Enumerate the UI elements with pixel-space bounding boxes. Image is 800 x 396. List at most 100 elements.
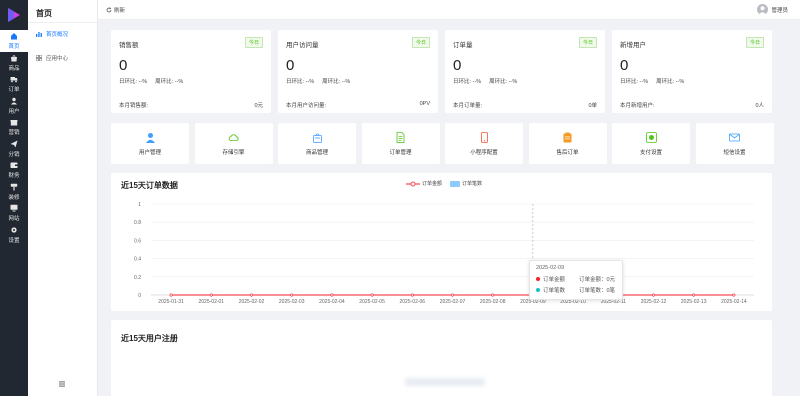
- bar-chart-icon: [36, 31, 42, 37]
- stat-month-label: 本月销售额:: [119, 103, 149, 109]
- gift-icon: [10, 118, 18, 126]
- tile-label: 订单管理: [389, 149, 412, 156]
- stat-month-label: 本月订单量:: [453, 103, 483, 109]
- sidebar-item-7[interactable]: 装修: [0, 181, 28, 203]
- grid-icon: [36, 55, 42, 61]
- x-tick-label: 2025-02-06: [400, 299, 426, 305]
- quick-tile[interactable]: 售后订单: [528, 123, 607, 164]
- collapse-menu-icon[interactable]: [58, 380, 66, 388]
- sidebar-item-4[interactable]: 营销: [0, 116, 28, 138]
- stat-title: 销售额: [119, 42, 139, 49]
- quick-tile[interactable]: 小程序配置: [445, 123, 523, 164]
- stat-ratios: 日环比: --% 周环比: --%: [286, 77, 358, 85]
- y-tick-label: 0.4: [134, 257, 141, 263]
- home-icon: [10, 32, 18, 40]
- tile-label: 商品管理: [305, 149, 328, 156]
- sidebar-item-2[interactable]: 订单: [0, 73, 28, 95]
- week-ratio: 周环比: --%: [489, 79, 518, 85]
- line-point: [410, 293, 414, 297]
- x-tick-label: 2025-02-01: [199, 299, 225, 305]
- week-ratio: 周环比: --%: [155, 79, 184, 85]
- document-icon: [395, 131, 406, 143]
- stat-month-label: 本月用户访问量:: [286, 103, 327, 109]
- tooltip-date: 2025-02-09: [536, 265, 565, 271]
- sub-item-overview[interactable]: 首页概况: [36, 28, 68, 40]
- week-ratio: 周环比: --%: [656, 79, 685, 85]
- sidebar-item-0[interactable]: 首页: [0, 30, 28, 52]
- tooltip-row: 订单笔数 订单笔数：0笔: [536, 286, 616, 294]
- quick-tile[interactable]: 用户管理: [111, 123, 189, 164]
- tile-label: 售后订单: [556, 149, 579, 156]
- bag-icon: [312, 132, 323, 143]
- line-point: [330, 293, 334, 297]
- refresh-button[interactable]: 刷新: [106, 6, 125, 14]
- sub-item-app-center[interactable]: 应用中心: [36, 52, 68, 64]
- user-icon: [145, 132, 156, 143]
- tile-label: 支付设置: [639, 149, 662, 156]
- tooltip-series-name: 订单笔数: [543, 288, 566, 294]
- stat-card: 销售额 今日 0 日环比: --% 周环比: --% 本月销售额: 0元: [111, 30, 271, 113]
- stat-value: 0: [286, 57, 295, 74]
- clipboard-icon: [562, 132, 573, 143]
- y-tick-label: 0.2: [134, 275, 141, 281]
- tile-label: 用户管理: [138, 149, 161, 156]
- sidebar-item-label: 设置: [8, 237, 20, 244]
- x-tick-label: 2025-02-08: [480, 299, 506, 305]
- stat-ratios: 日环比: --% 周环比: --%: [453, 77, 525, 85]
- app-logo[interactable]: [6, 7, 22, 23]
- monitor-icon: [10, 204, 18, 212]
- sub-sidebar-title: 首页: [36, 9, 52, 18]
- quick-tile[interactable]: 商品管理: [278, 123, 356, 164]
- line-point: [370, 293, 374, 297]
- stat-card: 订单量 今日 0 日环比: --% 周环比: --% 本月订单量: 0单: [445, 30, 605, 113]
- x-tick-label: 2025-02-02: [239, 299, 265, 305]
- truck-icon: [10, 75, 18, 83]
- x-tick-label: 2025-02-13: [681, 299, 707, 305]
- line-point: [651, 293, 655, 297]
- divider: [28, 22, 98, 23]
- sidebar-item-3[interactable]: 用户: [0, 95, 28, 117]
- x-tick-label: 2025-02-03: [279, 299, 305, 305]
- y-tick-label: 0: [138, 293, 141, 299]
- bag-icon: [10, 54, 18, 62]
- stat-ratios: 日环比: --% 周环比: --%: [620, 77, 692, 85]
- user-menu[interactable]: 管理员: [757, 4, 788, 15]
- day-ratio: 日环比: --%: [119, 79, 148, 85]
- quick-tile[interactable]: 存储引擎: [194, 123, 273, 164]
- sidebar-item-label: 订单: [8, 87, 20, 93]
- avatar: [757, 4, 769, 15]
- quick-tile[interactable]: 订单管理: [361, 123, 440, 164]
- quick-tile[interactable]: 支付设置: [612, 123, 690, 164]
- tooltip-dot: [536, 288, 540, 292]
- sub-item-label: 首页概况: [46, 32, 69, 38]
- sub-sidebar: 首页 首页概况 应用中心: [28, 0, 98, 396]
- day-ratio: 日环比: --%: [286, 79, 315, 85]
- chart-tooltip: 2025-02-09 订单金额 订单金额：0元 订单笔数 订单笔数：0笔: [529, 260, 623, 300]
- sidebar-item-8[interactable]: 网站: [0, 202, 28, 224]
- sidebar-item-5[interactable]: 分销: [0, 138, 28, 160]
- phone-icon: [479, 131, 490, 143]
- stat-ratios: 日环比: --% 周环比: --%: [119, 77, 191, 85]
- refresh-label: 刷新: [114, 8, 126, 14]
- stat-value: 0: [620, 57, 629, 74]
- sidebar-item-6[interactable]: 财务: [0, 159, 28, 181]
- cloud-icon: [228, 132, 239, 143]
- x-tick-label: 2025-02-04: [319, 299, 345, 305]
- stat-title: 用户访问量: [286, 42, 319, 49]
- gear-icon: [10, 226, 18, 234]
- day-ratio: 日环比: --%: [453, 79, 482, 85]
- stat-title: 订单量: [453, 42, 473, 49]
- sidebar-item-label: 装修: [8, 194, 20, 201]
- refresh-icon: [106, 7, 112, 13]
- x-tick-label: 2025-02-14: [721, 299, 747, 305]
- sidebar-item-label: 商品: [8, 65, 20, 72]
- line-point: [250, 293, 254, 297]
- quick-tile[interactable]: 短信设置: [695, 123, 774, 164]
- sidebar-item-1[interactable]: 商品: [0, 52, 28, 74]
- order-line-chart[interactable]: 0 0.2 0.4 0.6 0.8 1 2025-01-31 2025-02-01 2025-0…: [111, 173, 772, 311]
- sidebar-item-label: 网站: [8, 216, 20, 222]
- tile-label: 短信设置: [723, 149, 746, 156]
- tooltip-value: 订单金额：0元: [579, 277, 616, 283]
- sidebar-item-9[interactable]: 设置: [0, 224, 28, 246]
- y-tick-label: 1: [138, 202, 141, 208]
